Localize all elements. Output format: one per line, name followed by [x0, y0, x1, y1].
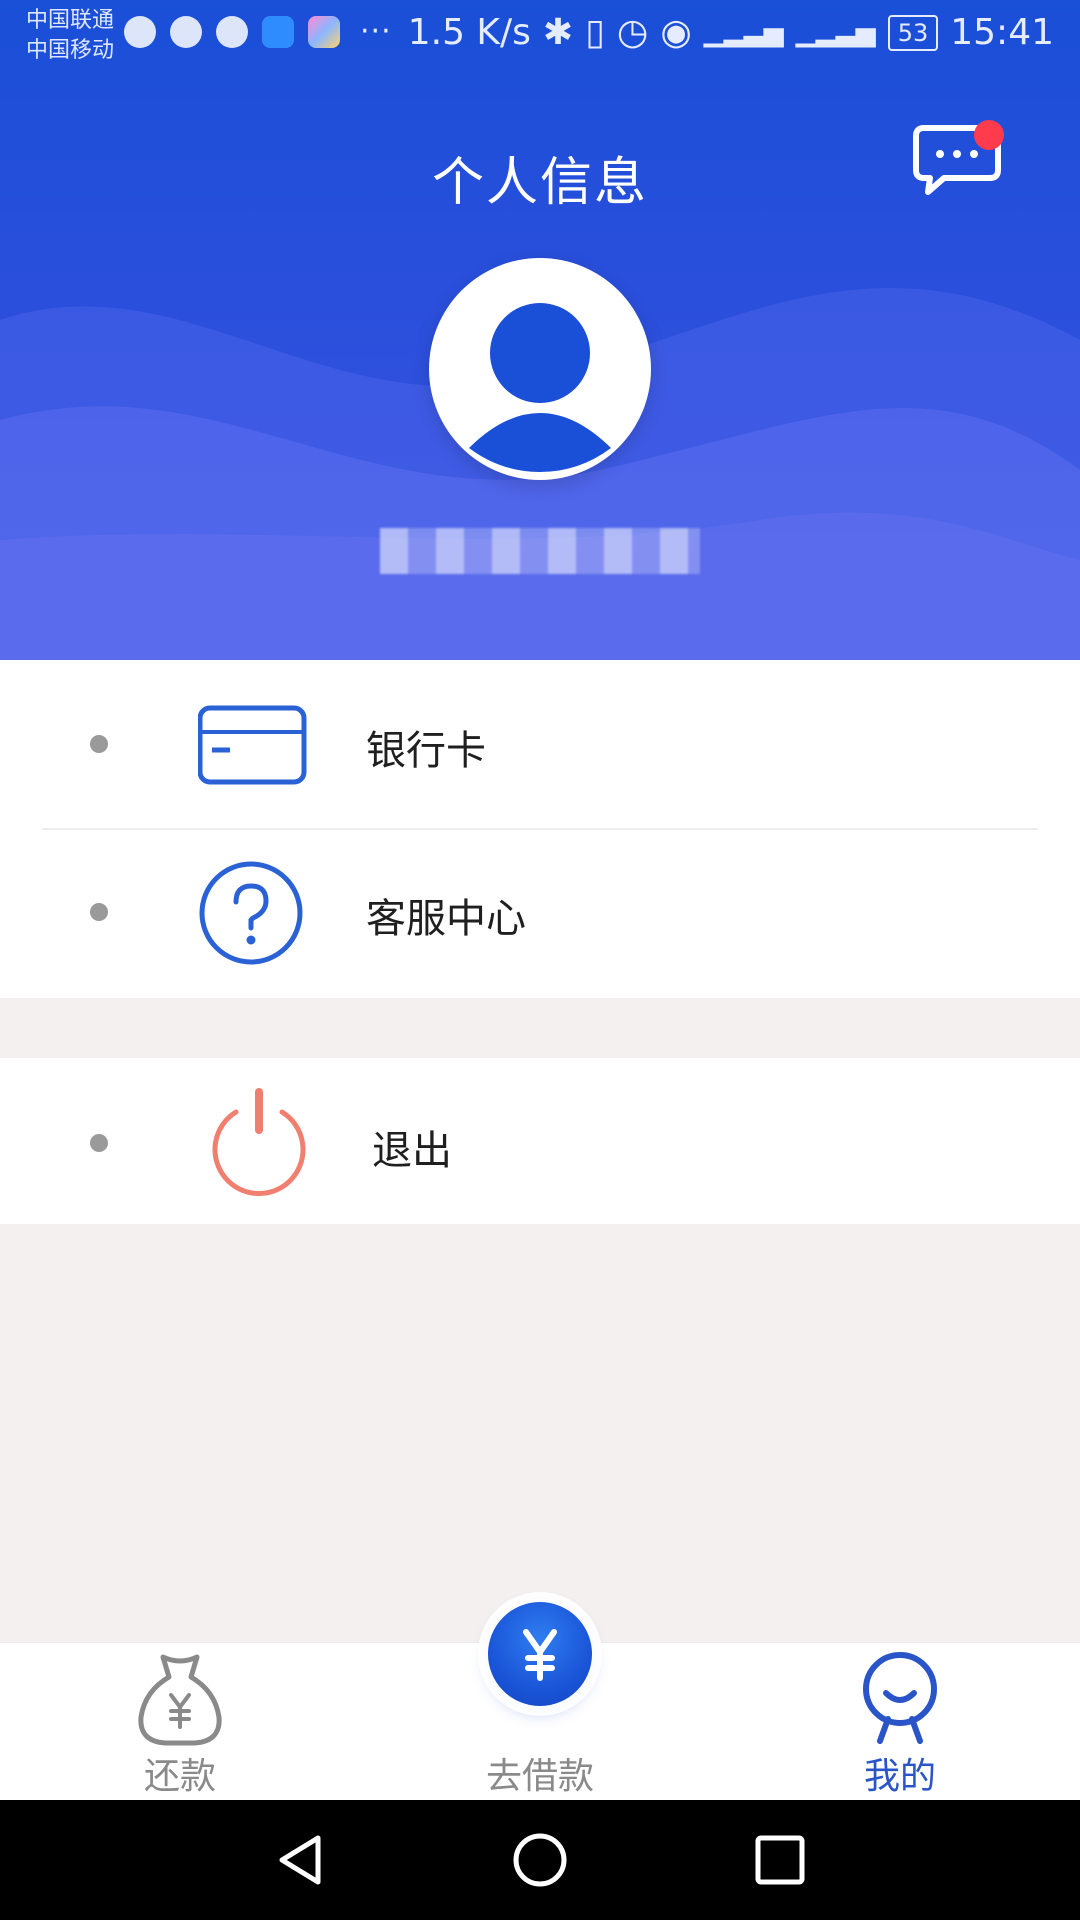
shield-notification-icon: [262, 15, 294, 48]
user-avatar-icon: [469, 303, 611, 472]
logout-label: 退出: [372, 1128, 452, 1174]
carrier-1: 中国联通: [26, 8, 115, 33]
bank-card-label: 银行卡: [366, 728, 486, 774]
username-masked: [380, 528, 700, 574]
tab-repay[interactable]: 还款: [80, 1643, 280, 1801]
menu-divider: [42, 828, 1038, 830]
wechat-notification-icon: [216, 15, 248, 48]
money-bag-yen-icon: [138, 1654, 222, 1746]
system-navigation-bar: [0, 1800, 1080, 1920]
more-notifications-icon: ···: [360, 14, 392, 49]
gallery-notification-icon: [308, 15, 340, 48]
bullet-dot: [90, 1134, 108, 1152]
tab-borrow-label: 去借款: [485, 1756, 594, 1797]
bluetooth-icon: ✱: [542, 12, 574, 53]
menu-item-logout[interactable]: 退出: [0, 1058, 1080, 1224]
tab-mine-label: 我的: [863, 1756, 936, 1797]
avatar[interactable]: [429, 258, 651, 480]
net-speed: 1.5 K/s: [407, 12, 531, 53]
customer-service-label: 客服中心: [366, 896, 526, 942]
message-notification-icon: [170, 15, 202, 48]
notification-icons: ···: [124, 14, 392, 49]
signal-2-icon: ▁▂▃▅: [795, 17, 876, 48]
signal-icon: ▁▂▃▅: [703, 17, 784, 48]
profile-header: 中国联通 中国移动 ··· 1.5 K/s ✱ ▯ ◷ ◉ ▁▂▃▅ ▁▂▃▅ …: [0, 0, 1080, 660]
menu-item-customer-service[interactable]: 客服中心: [0, 828, 1080, 996]
borrow-fab-button[interactable]: [488, 1602, 592, 1706]
eye-comfort-icon: ◉: [660, 12, 692, 53]
vibrate-icon: ▯: [585, 12, 605, 53]
tab-repay-label: 还款: [143, 1756, 216, 1797]
status-bar: 中国联通 中国移动 ··· 1.5 K/s ✱ ▯ ◷ ◉ ▁▂▃▅ ▁▂▃▅ …: [0, 0, 1080, 76]
bullet-dot: [90, 903, 108, 921]
logout-panel: 退出: [0, 1058, 1080, 1224]
bullet-dot: [90, 735, 108, 753]
app-notification-icon: [124, 15, 156, 48]
question-circle-icon: [199, 861, 303, 965]
yen-icon: [523, 1629, 557, 1681]
carrier-info: 中国联通 中国移动: [26, 6, 114, 66]
credit-card-icon: [198, 705, 307, 785]
unread-badge: [974, 120, 1004, 150]
home-icon[interactable]: [510, 1830, 570, 1890]
system-status: 1.5 K/s ✱ ▯ ◷ ◉ ▁▂▃▅ ▁▂▃▅ 53 15:41: [408, 12, 1054, 53]
menu-item-bank-card[interactable]: 银行卡: [0, 660, 1080, 828]
clock: 15:41: [950, 12, 1054, 53]
power-icon: [212, 1088, 306, 1196]
person-smile-icon: [863, 1652, 937, 1744]
battery-indicator: 53: [887, 14, 939, 51]
tab-mine[interactable]: 我的: [800, 1643, 1000, 1801]
back-icon[interactable]: [270, 1830, 330, 1890]
alarm-icon: ◷: [616, 12, 649, 53]
recents-icon[interactable]: [750, 1830, 810, 1890]
carrier-2: 中国移动: [26, 38, 115, 63]
